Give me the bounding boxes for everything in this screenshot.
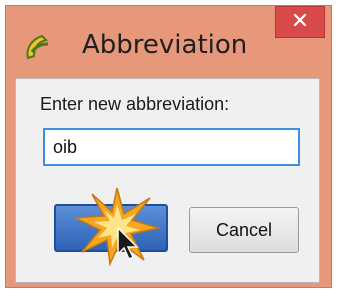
close-button[interactable] <box>275 6 325 38</box>
app-logo-icon <box>22 32 52 62</box>
cancel-button[interactable]: Cancel <box>189 207 299 253</box>
prompt-label: Enter new abbreviation: <box>40 94 230 114</box>
close-icon <box>293 13 307 32</box>
abbreviation-input[interactable] <box>43 128 300 166</box>
ok-button[interactable] <box>54 204 168 252</box>
window-title: Abbreviation <box>82 30 248 60</box>
title-bar[interactable]: Abbreviation <box>6 6 331 78</box>
